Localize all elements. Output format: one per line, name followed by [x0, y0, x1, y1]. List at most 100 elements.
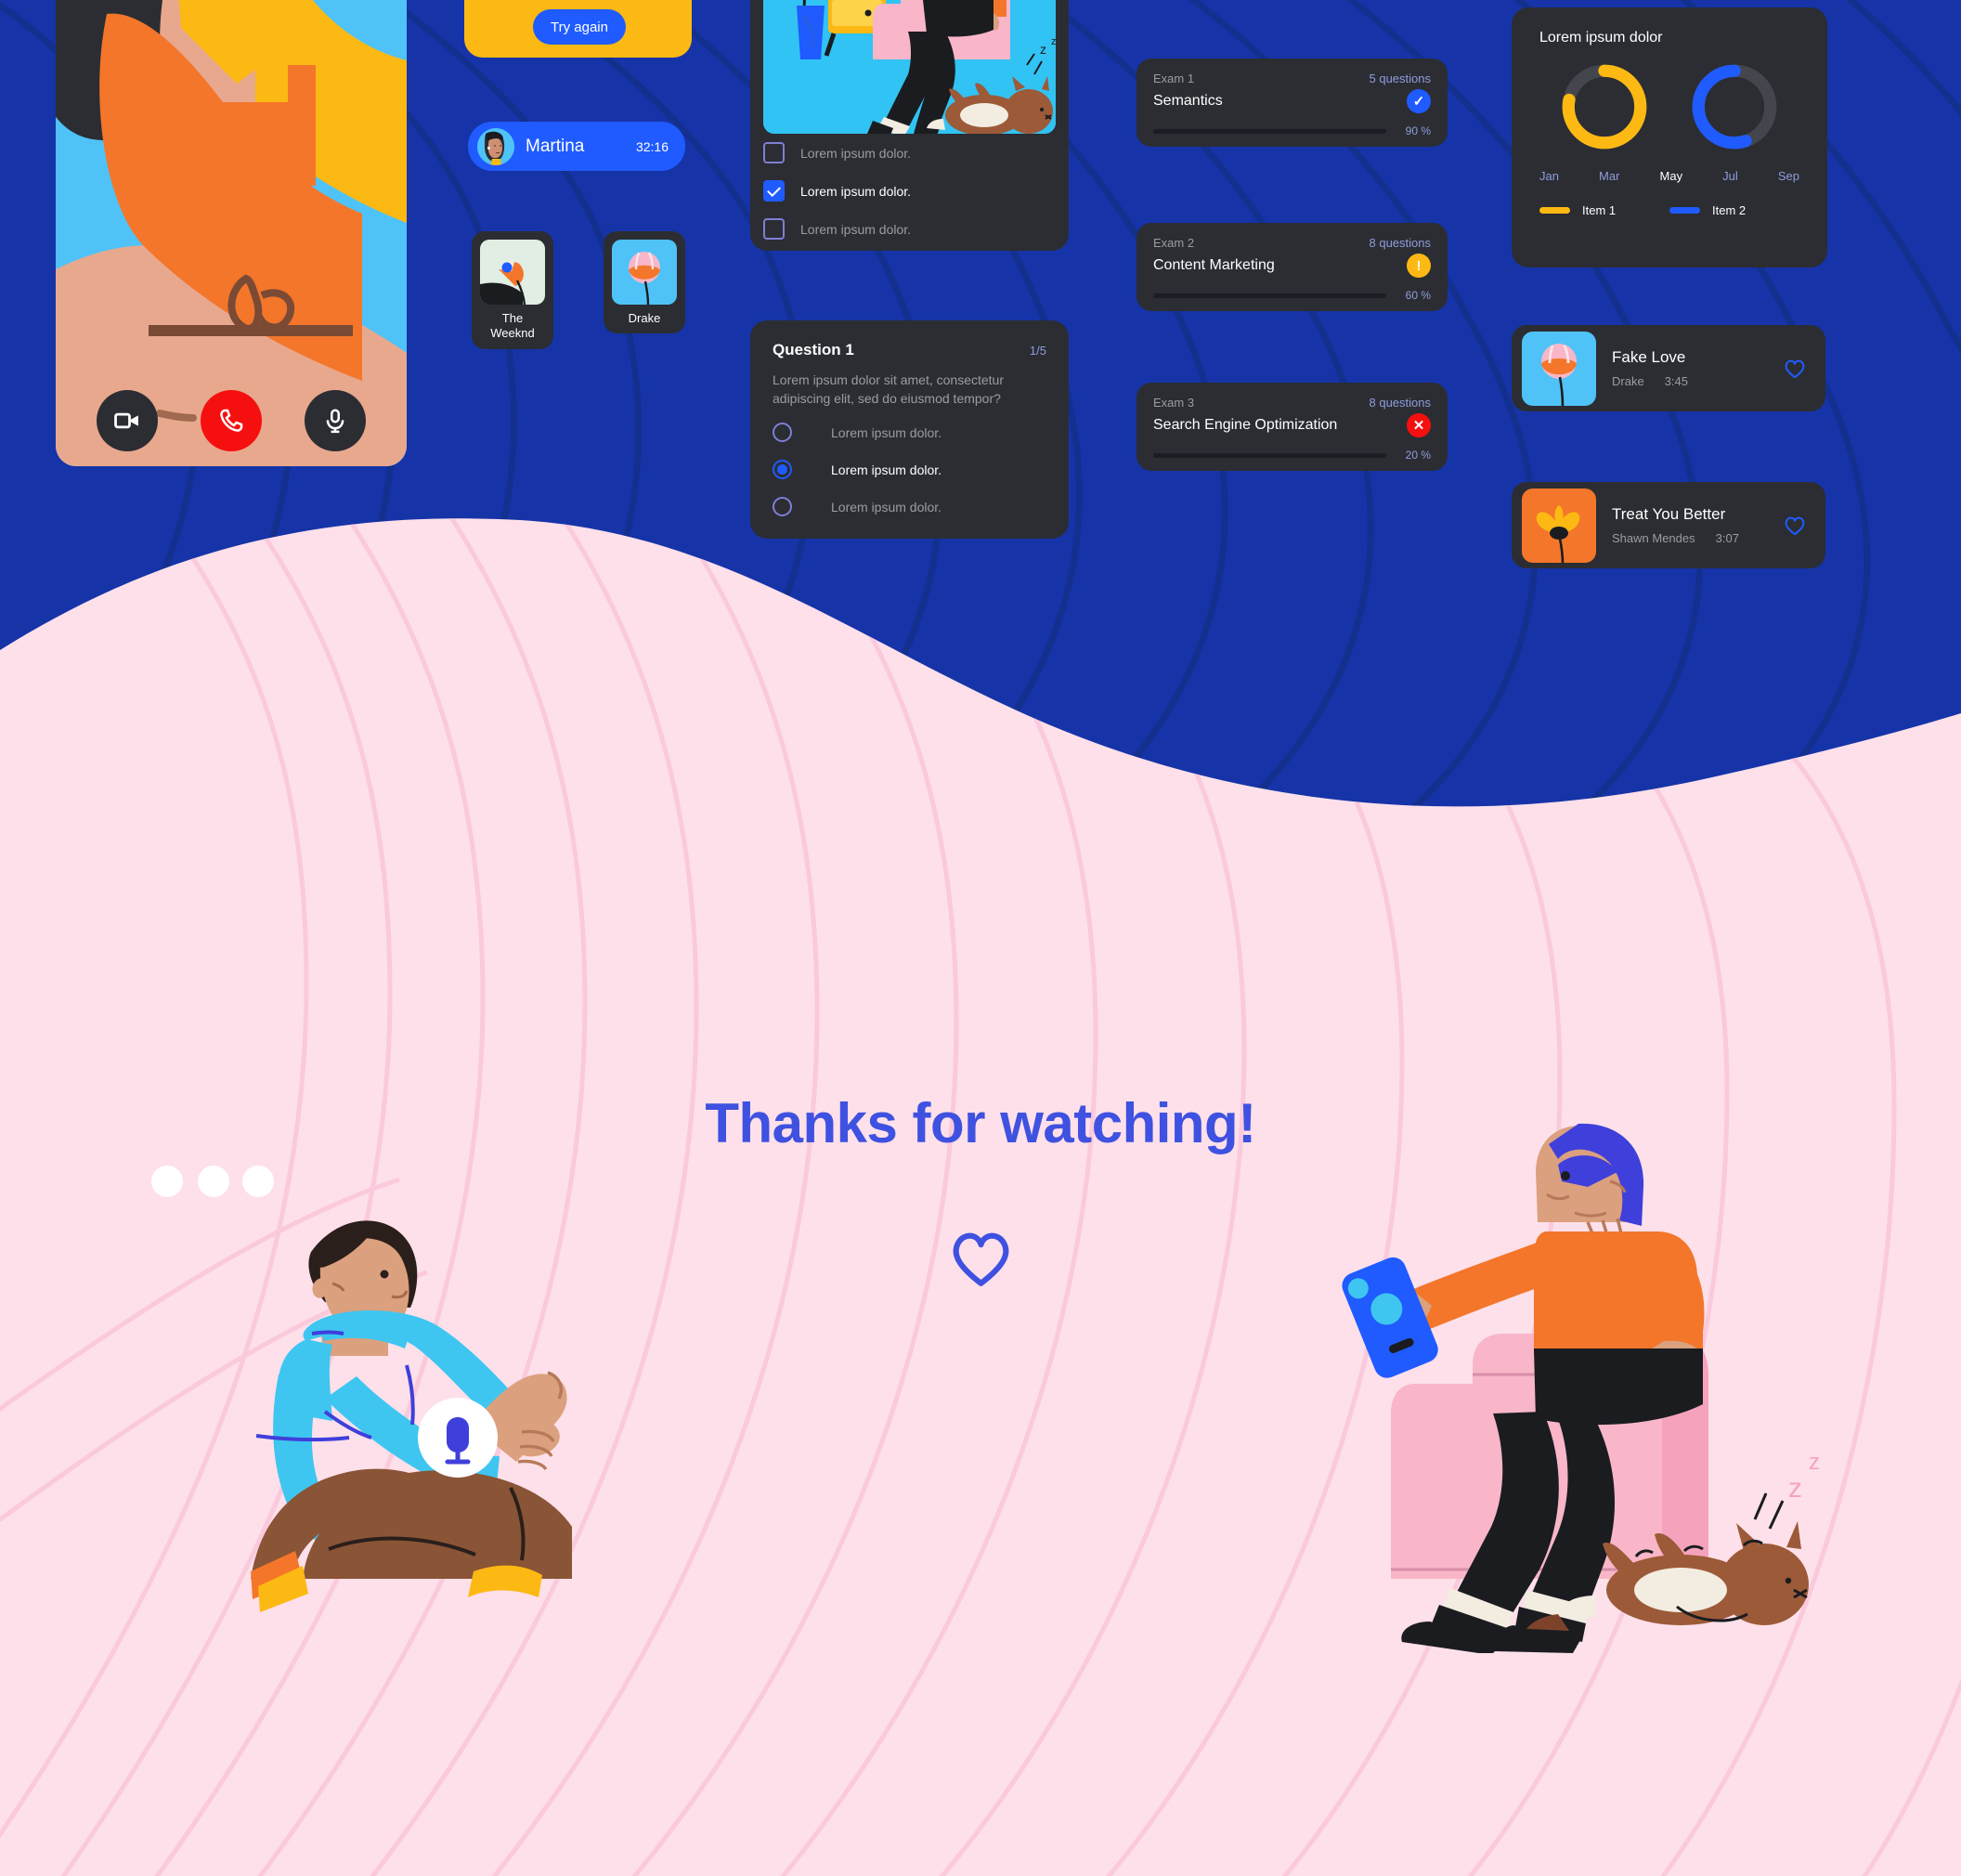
try-again-button[interactable]: Try again: [533, 9, 626, 45]
legend-swatch: [1669, 207, 1700, 214]
heart-outline-icon: [953, 1232, 1009, 1286]
option-label: Lorem ipsum dolor.: [831, 424, 942, 440]
chart-title: Lorem ipsum dolor: [1539, 30, 1663, 46]
netflix-illustration: NETFLIX: [763, 0, 1056, 134]
checkbox-icon[interactable]: [763, 218, 785, 240]
radio-option[interactable]: Lorem ipsum dolor.: [773, 414, 1046, 451]
legend-swatch: [1539, 207, 1570, 214]
like-button[interactable]: [1783, 357, 1807, 381]
option-label: Lorem ipsum dolor.: [800, 145, 912, 161]
exam-question-count: 8 questions: [1369, 396, 1432, 410]
call-duration: 32:16: [635, 138, 669, 154]
donut-chart-item-2: [1692, 64, 1777, 150]
netflix-quiz-card: NETFLIX: [750, 0, 1069, 251]
radio-icon[interactable]: [773, 497, 792, 517]
song-artist: Drake: [1612, 374, 1644, 388]
album-tile[interactable]: The Weeknd: [472, 231, 553, 349]
radio-option[interactable]: Lorem ipsum dolor.: [773, 489, 1046, 526]
tick-label: Jul: [1722, 169, 1738, 183]
song-artwork: [1522, 331, 1596, 406]
exam-card[interactable]: Exam 3 8 questions Search Engine Optimiz…: [1136, 383, 1448, 471]
microphone-button[interactable]: [305, 390, 366, 451]
tick-label-active: May: [1659, 169, 1683, 183]
video-camera-icon: [114, 412, 138, 429]
donut-group: [1539, 59, 1799, 154]
song-title: Treat You Better: [1612, 505, 1726, 523]
avatar-illustration: [477, 127, 514, 165]
tick-label: Jan: [1539, 169, 1559, 183]
contact-call-row[interactable]: Martina 32:16: [468, 122, 685, 171]
video-camera-button[interactable]: [97, 390, 158, 451]
legend-entry: Item 2: [1669, 203, 1799, 217]
exam-label: Exam 2: [1153, 236, 1195, 250]
song-artist: Shawn Mendes: [1612, 531, 1695, 545]
left-illustration: [139, 1142, 613, 1644]
avatar: [477, 127, 514, 165]
song-row[interactable]: Treat You Better Shawn Mendes 3:07: [1512, 482, 1825, 568]
tick-label: Sep: [1777, 169, 1799, 183]
album-artist: Drake: [628, 311, 661, 325]
exam-card[interactable]: Exam 2 8 questions Content Marketing ! 6…: [1136, 223, 1448, 311]
progress-percent: 20 %: [1405, 449, 1431, 462]
check-circle-icon: ✓: [1407, 89, 1431, 113]
song-duration: 3:07: [1715, 531, 1739, 545]
exam-question-count: 5 questions: [1369, 72, 1432, 85]
album-artist: The Weeknd: [490, 311, 535, 341]
phone-icon: [220, 409, 243, 432]
like-button[interactable]: [1783, 514, 1807, 538]
close-circle-icon: ✕: [1407, 413, 1431, 437]
chart-x-tick-labels: Jan Mar May Jul Sep: [1539, 169, 1799, 183]
exam-progress-row: 20 %: [1153, 449, 1431, 462]
exam-progress-row: 90 %: [1153, 124, 1431, 137]
checkbox-icon[interactable]: [763, 142, 785, 163]
exam-name: Search Engine Optimization: [1153, 417, 1338, 433]
exam-label: Exam 3: [1153, 396, 1195, 410]
svg-text:z: z: [1040, 42, 1046, 57]
checkbox-option[interactable]: Lorem ipsum dolor.: [763, 134, 1056, 172]
exam-title-row: Semantics ✓: [1153, 89, 1431, 113]
contact-name: Martina: [526, 136, 585, 156]
legend-entry: Item 1: [1539, 203, 1669, 217]
question-counter: 1/5: [1029, 344, 1046, 358]
heart-decoration: [946, 1226, 1016, 1291]
person-watching-netflix-illustration: NETFLIX: [763, 0, 1056, 134]
svg-text:z: z: [1809, 1450, 1820, 1475]
radio-selected-icon[interactable]: [773, 460, 792, 480]
microphone-icon: [326, 409, 344, 434]
option-label: Lorem ipsum dolor.: [831, 462, 942, 477]
exam-meta: Exam 3 8 questions: [1153, 396, 1431, 410]
svg-text:z: z: [1788, 1473, 1802, 1504]
heart-outline-icon: [1785, 516, 1805, 535]
exam-name: Semantics: [1153, 93, 1223, 109]
yellow-flower-art: [1522, 488, 1596, 563]
exam-meta: Exam 1 5 questions: [1153, 72, 1431, 85]
pink-tulip-art: [1522, 331, 1596, 406]
question-text: Lorem ipsum dolor sit amet, consectetur …: [773, 372, 1004, 407]
option-label: Lorem ipsum dolor.: [800, 183, 912, 199]
radio-icon[interactable]: [773, 423, 792, 443]
album-tile[interactable]: Drake: [604, 231, 685, 334]
question-title: Question 1: [773, 341, 854, 358]
radio-option[interactable]: Lorem ipsum dolor.: [773, 451, 1046, 489]
song-meta: Fake Love Drake 3:45: [1612, 348, 1767, 388]
exam-progress-row: 60 %: [1153, 289, 1431, 302]
svg-text:z: z: [1051, 36, 1056, 47]
legend-label: Item 1: [1582, 203, 1617, 217]
analytics-chart-card: Lorem ipsum dolor Jan Mar May Jul Sep It…: [1512, 7, 1827, 267]
checkbox-option[interactable]: Lorem ipsum dolor.: [763, 210, 1056, 248]
song-subtitle: Drake 3:45: [1612, 374, 1767, 388]
exam-meta: Exam 2 8 questions: [1153, 236, 1431, 250]
progress-track: [1153, 293, 1386, 298]
song-title: Fake Love: [1612, 348, 1686, 366]
album-art: [612, 240, 677, 305]
checkbox-checked-icon[interactable]: [763, 180, 785, 202]
option-label: Lorem ipsum dolor.: [800, 221, 912, 237]
legend-label: Item 2: [1712, 203, 1747, 217]
exam-card[interactable]: Exam 1 5 questions Semantics ✓ 90 %: [1136, 59, 1448, 147]
question-header: Question 1 1/5: [773, 341, 1046, 359]
right-illustration: z z: [1291, 1096, 1866, 1653]
song-duration: 3:45: [1664, 374, 1688, 388]
checkbox-option[interactable]: Lorem ipsum dolor.: [763, 172, 1056, 210]
end-call-button[interactable]: [201, 390, 262, 451]
song-row[interactable]: Fake Love Drake 3:45: [1512, 325, 1825, 411]
